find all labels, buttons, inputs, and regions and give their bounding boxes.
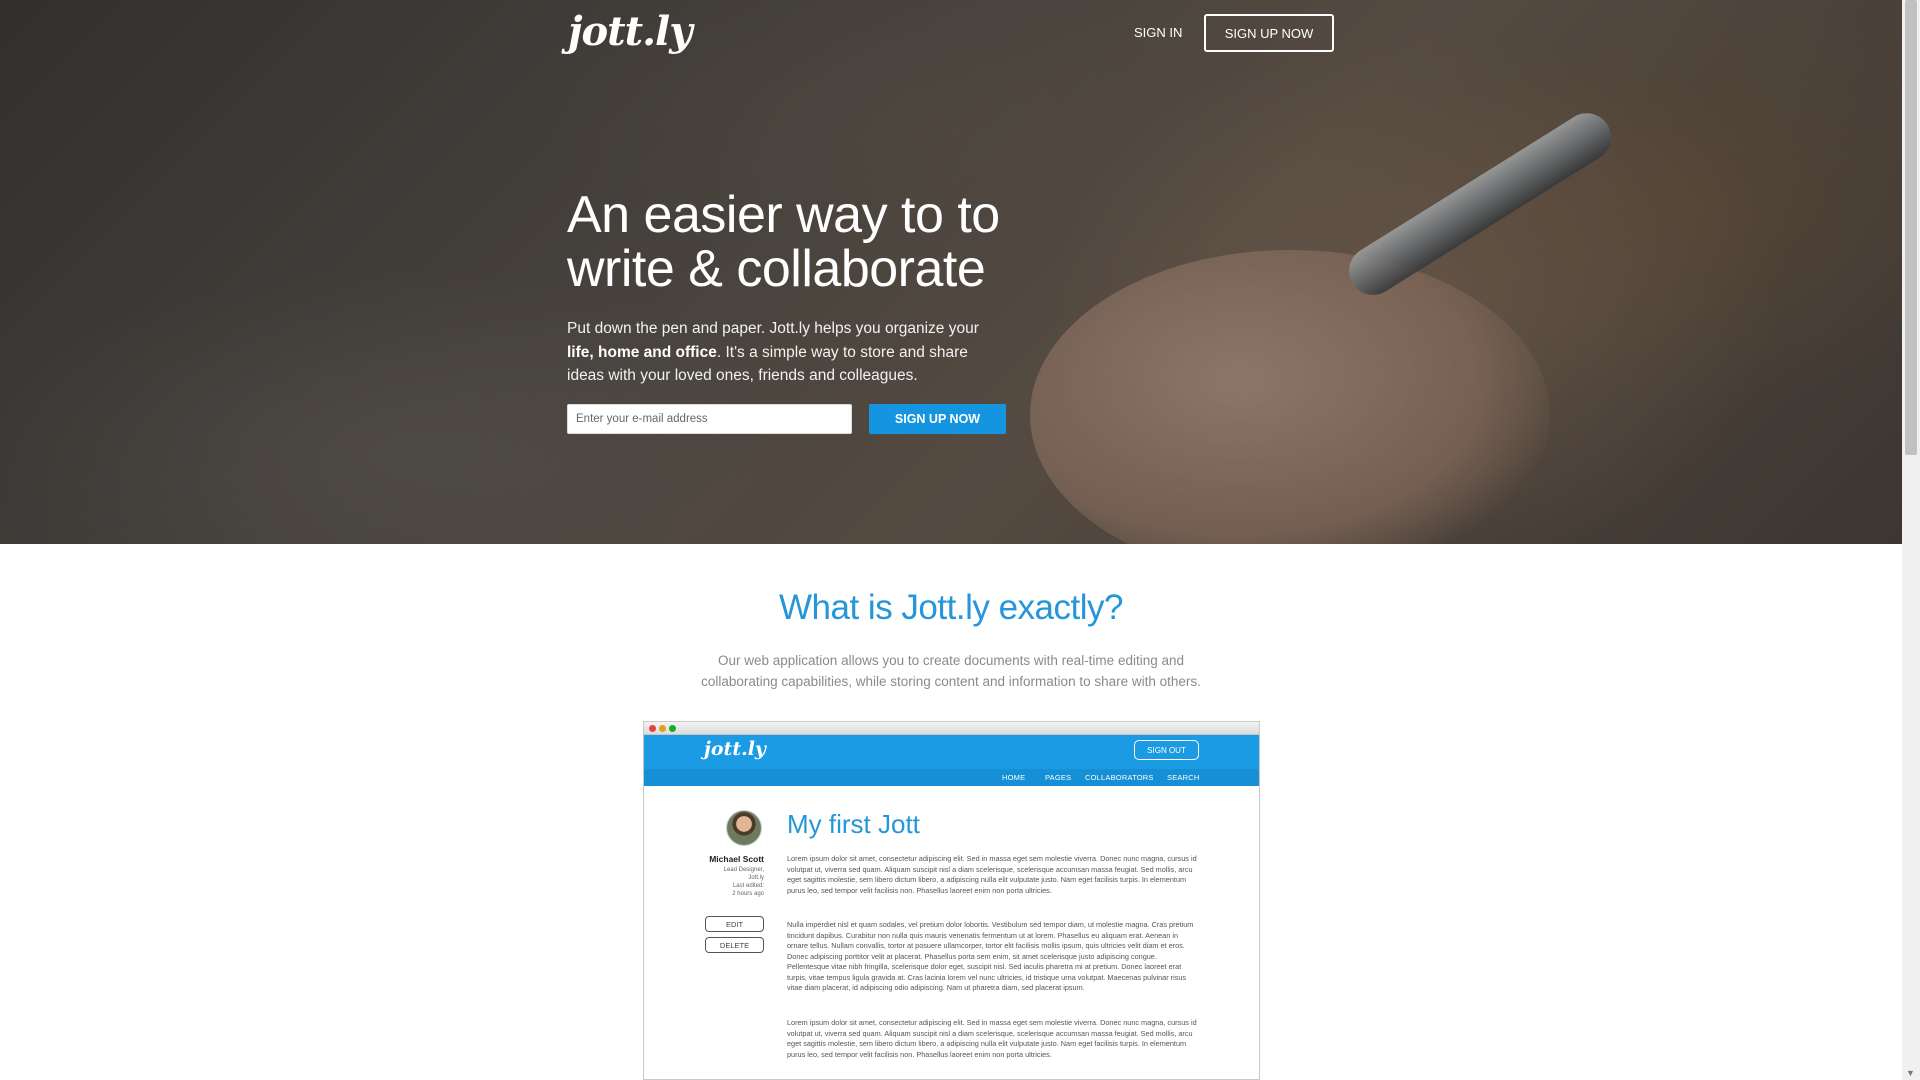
document-title: My first Jott	[787, 809, 920, 839]
hero-title-line-1: An easier way to to	[567, 186, 1000, 244]
hero-subtitle: Put down the pen and paper. Jott.ly help…	[567, 317, 1007, 388]
document-paragraph: Lorem ipsum dolor sit amet, consectetur …	[787, 1018, 1197, 1059]
scroll-down-arrow-icon[interactable]: ▼	[1906, 1068, 1915, 1078]
mock-logo: jott.ly	[704, 738, 766, 760]
last-edited-label: Last edited:	[732, 883, 764, 889]
section-description: Our web application allows you to create…	[701, 653, 1201, 689]
author-role: Lead Designer,	[723, 867, 764, 873]
mock-app-header: jott.ly SIGN OUT	[644, 735, 1259, 769]
scrollbar-thumb[interactable]	[1905, 0, 1917, 455]
hero-section: jott.ly SIGN IN SIGN UP NOW An easier wa…	[0, 0, 1902, 544]
author-company: Jott.ly	[748, 875, 764, 881]
top-navbar: jott.ly SIGN IN SIGN UP NOW	[566, 0, 1336, 68]
mock-sign-out-button: SIGN OUT	[1134, 740, 1199, 760]
hero-subtitle-part-1: Put down the pen and paper. Jott.ly help…	[567, 320, 979, 337]
mock-nav-pages: PAGES	[1045, 773, 1072, 782]
window-maximize-icon	[669, 725, 676, 732]
page-scrollbar[interactable]: ▼	[1902, 0, 1920, 1080]
site-logo[interactable]: jott.ly	[568, 8, 692, 55]
app-preview-screenshot: jott.ly SIGN OUT HOME PAGES COLLABORATOR…	[643, 721, 1260, 1080]
document-paragraph: Lorem ipsum dolor sit amet, consectetur …	[787, 854, 1197, 895]
mock-nav-search: SEARCH	[1167, 773, 1200, 782]
email-input[interactable]	[567, 404, 852, 434]
mock-nav-bar: HOME PAGES COLLABORATORS SEARCH	[644, 769, 1259, 786]
section-title: What is Jott.ly exactly?	[779, 588, 1123, 627]
mock-nav-collaborators: COLLABORATORS	[1085, 773, 1154, 782]
hero-sign-up-button[interactable]: SIGN UP NOW	[869, 404, 1006, 434]
window-chrome	[644, 722, 1259, 735]
hero-title: An easier way to to write & collaborate	[567, 188, 1267, 296]
author-avatar	[726, 810, 762, 846]
author-meta: Lead Designer, Jott.ly Last edited: 2 ho…	[674, 866, 764, 898]
header-sign-up-button[interactable]: SIGN UP NOW	[1204, 14, 1334, 52]
mock-nav-home: HOME	[1002, 773, 1026, 782]
window-minimize-icon	[659, 725, 666, 732]
sign-in-link[interactable]: SIGN IN	[1134, 25, 1182, 40]
window-close-icon	[649, 725, 656, 732]
document-paragraph: Nulla imperdiet nisl et quam sodales, ve…	[787, 920, 1194, 992]
hero-subtitle-bold: life, home and office	[567, 343, 717, 361]
mock-edit-button: EDIT	[705, 916, 764, 932]
last-edited-value: 2 hours ago	[732, 891, 764, 897]
mock-delete-button: DELETE	[705, 937, 764, 953]
author-name: Michael Scott	[709, 854, 764, 864]
hero-title-line-2: write & collaborate	[567, 240, 986, 298]
